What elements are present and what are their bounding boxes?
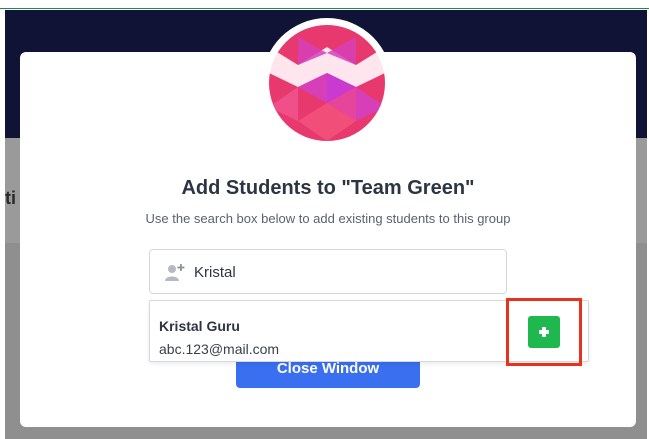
group-avatar-logo <box>269 25 385 141</box>
modal-subtitle: Use the search box below to add existing… <box>145 211 511 226</box>
frame-border <box>0 8 649 9</box>
add-user-icon <box>165 264 185 281</box>
student-search-field[interactable] <box>149 249 507 294</box>
result-student-email: abc.123@mail.com <box>159 341 280 357</box>
search-input[interactable] <box>194 261 494 283</box>
window-frame <box>0 0 649 10</box>
highlight-annotation-box <box>506 298 582 366</box>
result-student-name: Kristal Guru <box>159 318 240 334</box>
modal-title: Add Students to "Team Green" <box>181 177 475 199</box>
